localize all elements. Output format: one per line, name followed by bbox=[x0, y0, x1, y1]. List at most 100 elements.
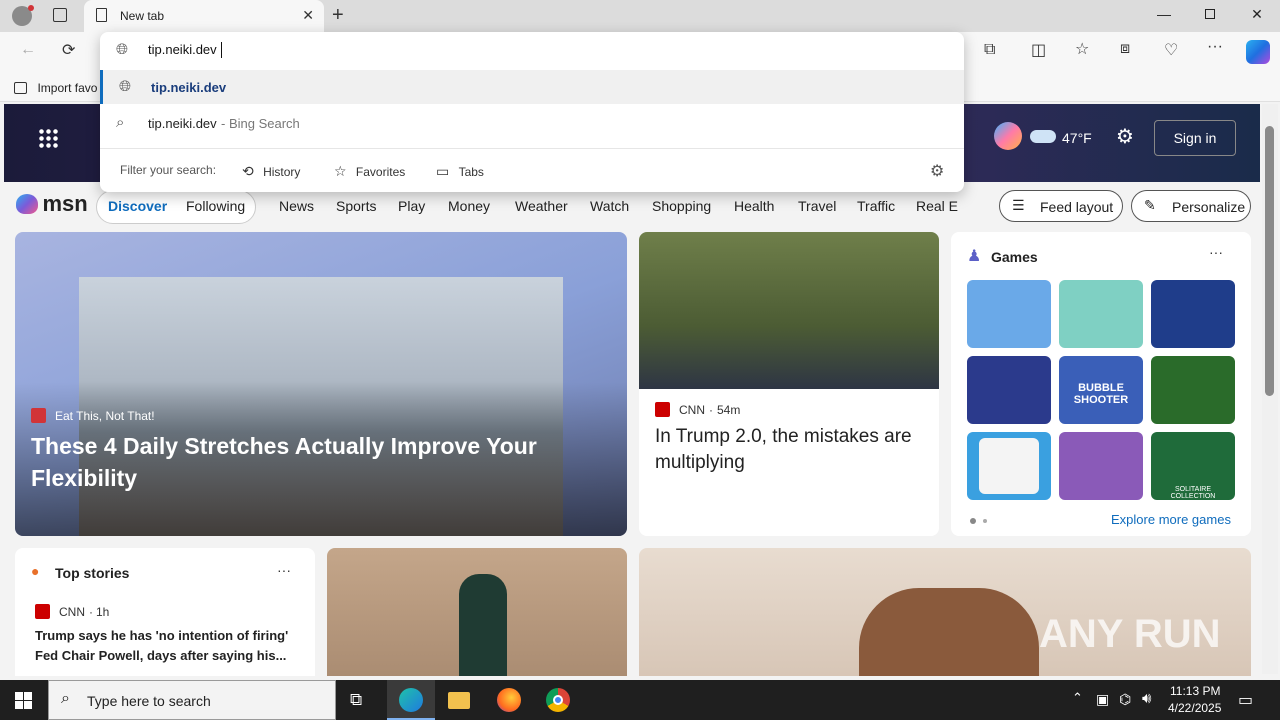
msn-logo-text: msn bbox=[42, 191, 88, 216]
story-time: 1h bbox=[96, 605, 110, 619]
nav-shopping[interactable]: Shopping bbox=[652, 198, 711, 214]
search-settings-gear-icon[interactable]: ⚙ bbox=[930, 161, 944, 181]
notifications-icon[interactable]: ▭ bbox=[1238, 690, 1253, 710]
carousel-dot-active[interactable] bbox=[970, 518, 976, 524]
extensions-icon[interactable]: ⧉ bbox=[984, 41, 995, 59]
settings-gear-icon[interactable]: ⚙ bbox=[1116, 124, 1134, 149]
task-view-icon[interactable]: ⧉ bbox=[350, 690, 362, 710]
import-favorites-item[interactable]: Import favo bbox=[14, 79, 97, 97]
address-globe-icon: 🌐︎ bbox=[116, 41, 129, 58]
game-tile-1[interactable] bbox=[967, 280, 1051, 348]
explore-more-games-link[interactable]: Explore more games bbox=[1111, 512, 1231, 527]
personalize-button[interactable]: ✎ Personalize bbox=[1131, 190, 1251, 222]
copilot-logo-icon[interactable] bbox=[994, 122, 1022, 150]
firefox-icon[interactable] bbox=[497, 688, 521, 712]
taskbar-edge-active[interactable] bbox=[387, 680, 435, 720]
carousel-dot[interactable] bbox=[983, 519, 987, 523]
game-tile-4[interactable] bbox=[967, 356, 1051, 424]
story-separator: · bbox=[89, 605, 93, 619]
filter-favorites[interactable]: ☆ Favorites bbox=[334, 163, 405, 180]
trump-photo bbox=[639, 232, 939, 389]
windows-start-icon[interactable] bbox=[15, 692, 32, 709]
split-screen-icon[interactable]: ◫ bbox=[1031, 40, 1046, 60]
nav-following[interactable]: Following bbox=[186, 198, 245, 214]
msn-logo[interactable]: msn bbox=[16, 191, 88, 217]
hero-source-icon bbox=[31, 408, 46, 423]
maximize-icon[interactable] bbox=[1187, 6, 1233, 22]
suggestion-search-suffix: - Bing Search bbox=[221, 116, 300, 131]
copilot-icon[interactable] bbox=[1246, 40, 1270, 64]
nav-discover[interactable]: Discover bbox=[108, 198, 167, 214]
nav-real-estate[interactable]: Real E bbox=[916, 198, 958, 214]
close-tab-icon[interactable]: ✕ bbox=[302, 7, 314, 24]
filter-history-label: History bbox=[263, 165, 301, 179]
game-tile-3[interactable] bbox=[1151, 280, 1235, 348]
scrollbar-thumb[interactable] bbox=[1265, 126, 1274, 396]
game-tile-9[interactable]: SOLITAIRE COLLECTION bbox=[1151, 432, 1235, 500]
back-icon[interactable]: ← bbox=[20, 41, 36, 59]
game-tile-2[interactable] bbox=[1059, 280, 1143, 348]
nav-weather[interactable]: Weather bbox=[515, 198, 568, 214]
game-tile-5[interactable]: BUBBLE SHOOTER bbox=[1059, 356, 1143, 424]
clock-time[interactable]: 11:13 PM bbox=[1170, 684, 1220, 698]
filter-tabs-label: Tabs bbox=[458, 165, 484, 179]
suggestion-url-text: tip.neiki.dev bbox=[151, 80, 227, 95]
game-tile-6[interactable] bbox=[1151, 356, 1235, 424]
suggestion-bing-search[interactable]: ⌕ tip.neiki.dev - Bing Search bbox=[100, 106, 964, 140]
close-window-icon[interactable]: ✕ bbox=[1234, 6, 1280, 23]
tab-new-tab[interactable]: New tab ✕ bbox=[84, 0, 324, 32]
minimize-icon[interactable]: — bbox=[1141, 6, 1187, 22]
weather-temp[interactable]: 47°F bbox=[1062, 130, 1092, 146]
taskbar-search-box[interactable]: ⌕ Type here to search bbox=[48, 680, 336, 720]
game-tile-8[interactable] bbox=[1059, 432, 1143, 500]
refresh-icon[interactable]: ⟳ bbox=[62, 40, 75, 60]
collections-icon[interactable]: ⧈ bbox=[1120, 40, 1130, 58]
top-stories-title: Top stories bbox=[55, 565, 130, 581]
cloud-icon bbox=[1030, 130, 1056, 143]
cnn-headline[interactable]: In Trump 2.0, the mistakes are multiplyi… bbox=[655, 424, 925, 476]
top-stories-more-icon[interactable]: ··· bbox=[277, 562, 291, 578]
filter-history[interactable]: ⟲ History bbox=[242, 163, 300, 180]
more-icon[interactable]: ··· bbox=[1207, 38, 1223, 56]
nav-play[interactable]: Play bbox=[398, 198, 425, 214]
browser-essentials-icon[interactable]: ♡ bbox=[1164, 40, 1178, 60]
tabs-icon: ▭ bbox=[436, 163, 450, 179]
suggestion-url[interactable]: 🌐︎ tip.neiki.dev bbox=[100, 70, 964, 104]
fashion-card[interactable] bbox=[327, 548, 627, 676]
nav-sports[interactable]: Sports bbox=[336, 198, 376, 214]
games-more-icon[interactable]: ··· bbox=[1209, 244, 1223, 260]
cnn-article-card[interactable]: CNN · 54m In Trump 2.0, the mistakes are… bbox=[639, 232, 939, 536]
network-icon[interactable]: ⌬ bbox=[1119, 691, 1131, 708]
workout-figure bbox=[859, 588, 1039, 676]
volume-icon[interactable]: 🔊︎ bbox=[1142, 690, 1151, 707]
sign-in-button[interactable]: Sign in bbox=[1154, 120, 1236, 156]
apps-grid-icon[interactable] bbox=[38, 128, 58, 148]
tray-chevron-icon[interactable]: ⌃ bbox=[1072, 690, 1083, 706]
games-icon: ♟ bbox=[967, 248, 982, 265]
cnn-time: 54m bbox=[717, 403, 741, 417]
game-tile-7[interactable] bbox=[967, 432, 1051, 500]
nav-travel[interactable]: Travel bbox=[798, 198, 836, 214]
tab-title: New tab bbox=[120, 9, 165, 23]
tray-device-icon[interactable]: ▣ bbox=[1096, 691, 1109, 708]
story-headline[interactable]: Trump says he has 'no intention of firin… bbox=[35, 626, 300, 666]
favorites-icon[interactable]: ☆ bbox=[1075, 39, 1089, 59]
nav-watch[interactable]: Watch bbox=[590, 198, 629, 214]
nav-news[interactable]: News bbox=[279, 198, 314, 214]
hero-card[interactable]: Eat This, Not That! These 4 Daily Stretc… bbox=[15, 232, 627, 536]
address-input[interactable]: tip.neiki.dev bbox=[148, 42, 217, 57]
tab-actions-icon[interactable] bbox=[53, 8, 67, 22]
feed-layout-button[interactable]: ☰ Feed layout bbox=[999, 190, 1123, 222]
workout-card[interactable]: ANY RUN bbox=[639, 548, 1251, 676]
nav-money[interactable]: Money bbox=[448, 198, 490, 214]
clock-date[interactable]: 4/22/2025 bbox=[1168, 701, 1221, 715]
nav-health[interactable]: Health bbox=[734, 198, 774, 214]
nav-traffic[interactable]: Traffic bbox=[857, 198, 895, 214]
fire-icon: ● bbox=[31, 563, 40, 579]
chrome-icon[interactable] bbox=[546, 688, 570, 712]
file-explorer-icon[interactable] bbox=[448, 692, 470, 709]
filter-tabs[interactable]: ▭ Tabs bbox=[436, 163, 484, 180]
notification-dot bbox=[28, 5, 34, 11]
new-tab-icon[interactable]: + bbox=[332, 4, 344, 27]
hero-headline[interactable]: These 4 Daily Stretches Actually Improve… bbox=[31, 430, 571, 494]
